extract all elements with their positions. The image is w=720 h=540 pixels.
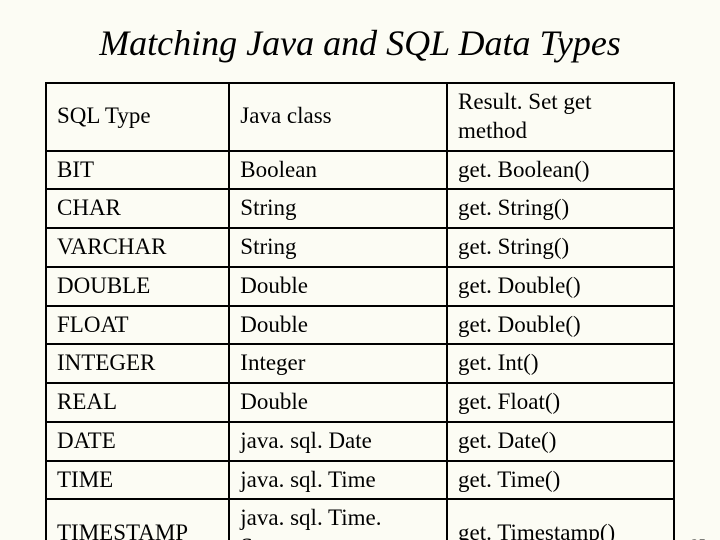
- cell-java-class: java. sql. Time: [229, 461, 447, 500]
- cell-method: get. String(): [447, 189, 674, 228]
- table-row: BIT Boolean get. Boolean(): [46, 151, 674, 190]
- header-resultset-method: Result. Set get method: [447, 83, 674, 151]
- table-row: REAL Double get. Float(): [46, 383, 674, 422]
- cell-java-class: Integer: [229, 344, 447, 383]
- table-row: TIMESTAMP java. sql. Time. Stamp get. Ti…: [46, 499, 674, 540]
- cell-java-class: java. sql. Date: [229, 422, 447, 461]
- slide: Matching Java and SQL Data Types SQL Typ…: [0, 22, 720, 540]
- table-row: TIME java. sql. Time get. Time(): [46, 461, 674, 500]
- cell-sql-type: BIT: [46, 151, 229, 190]
- cell-java-class: Double: [229, 267, 447, 306]
- cell-java-class: Double: [229, 306, 447, 345]
- cell-method: get. Double(): [447, 306, 674, 345]
- table-row: VARCHAR String get. String(): [46, 228, 674, 267]
- cell-method: get. Time(): [447, 461, 674, 500]
- cell-java-class: String: [229, 189, 447, 228]
- slide-title: Matching Java and SQL Data Types: [0, 22, 720, 64]
- cell-sql-type: VARCHAR: [46, 228, 229, 267]
- cell-java-class: java. sql. Time. Stamp: [229, 499, 447, 540]
- cell-sql-type: REAL: [46, 383, 229, 422]
- cell-java-class: Boolean: [229, 151, 447, 190]
- cell-sql-type: DOUBLE: [46, 267, 229, 306]
- header-sql-type: SQL Type: [46, 83, 229, 151]
- table-row: DATE java. sql. Date get. Date(): [46, 422, 674, 461]
- cell-sql-type: FLOAT: [46, 306, 229, 345]
- cell-sql-type: CHAR: [46, 189, 229, 228]
- cell-method: get. Date(): [447, 422, 674, 461]
- cell-sql-type: INTEGER: [46, 344, 229, 383]
- cell-sql-type: DATE: [46, 422, 229, 461]
- type-mapping-table: SQL Type Java class Result. Set get meth…: [45, 82, 675, 540]
- cell-method: get. String(): [447, 228, 674, 267]
- table-row: SQL Type Java class Result. Set get meth…: [46, 83, 674, 151]
- cell-java-class: Double: [229, 383, 447, 422]
- cell-method: get. Int(): [447, 344, 674, 383]
- cell-sql-type: TIMESTAMP: [46, 499, 229, 540]
- cell-method: get. Timestamp(): [447, 499, 674, 540]
- cell-method: get. Double(): [447, 267, 674, 306]
- cell-method: get. Boolean(): [447, 151, 674, 190]
- table-row: CHAR String get. String(): [46, 189, 674, 228]
- table-row: DOUBLE Double get. Double(): [46, 267, 674, 306]
- table-row: INTEGER Integer get. Int(): [46, 344, 674, 383]
- cell-java-class: String: [229, 228, 447, 267]
- header-java-class: Java class: [229, 83, 447, 151]
- cell-method: get. Float(): [447, 383, 674, 422]
- table-row: FLOAT Double get. Double(): [46, 306, 674, 345]
- cell-sql-type: TIME: [46, 461, 229, 500]
